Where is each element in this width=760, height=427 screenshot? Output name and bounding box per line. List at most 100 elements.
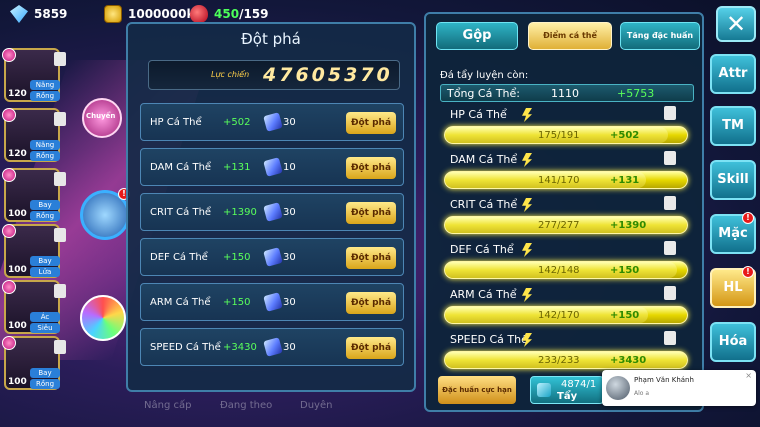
- power-label: Lực chiến: [211, 70, 250, 79]
- gain-text: +1390: [610, 220, 647, 231]
- stat-row-dam: DAM Cá Thể +131 10 Đột phá: [140, 148, 404, 186]
- lock-icon: [54, 112, 66, 126]
- tab-training[interactable]: Đang theo: [220, 400, 272, 411]
- alert-icon: !: [742, 266, 754, 278]
- stone-icon: [263, 202, 283, 222]
- train-row-hp: HP Cá Thể 175/191 +502: [440, 106, 690, 148]
- breakthrough-button[interactable]: Đột phá: [346, 202, 396, 224]
- stat-cost: 30: [283, 297, 296, 308]
- tab-bond[interactable]: Duyên: [300, 400, 332, 411]
- progress-text: 142/170: [538, 310, 580, 321]
- gain-text: +150: [610, 310, 640, 321]
- train-name: HP Cá Thể: [450, 108, 507, 121]
- slot-tag: Rồng: [30, 151, 60, 161]
- gain-text: +131: [610, 175, 640, 186]
- stat-bonus: +131: [223, 162, 251, 173]
- slot-tag: Năng: [30, 80, 60, 90]
- slot-tag: Rồng: [30, 379, 60, 389]
- avatar: [606, 376, 630, 400]
- wash-button[interactable]: 4874/1 Tẩy: [530, 376, 604, 404]
- element-icon: [2, 168, 16, 182]
- slot-tag: Rồng: [30, 211, 60, 221]
- total-value: 1110: [551, 87, 579, 100]
- wash-label: Tẩy: [557, 391, 578, 402]
- slot-tag: Năng: [30, 140, 60, 150]
- team-slot-5[interactable]: Ác Siêu 100: [2, 280, 66, 334]
- stone-icon: [263, 112, 283, 132]
- lightning-icon: [522, 198, 532, 212]
- close-button[interactable]: ✕: [716, 6, 756, 42]
- tab-merge[interactable]: Gộp: [436, 22, 518, 50]
- lock-icon[interactable]: [664, 241, 676, 255]
- stat-bonus: +502: [223, 117, 251, 128]
- total-box: Tổng Cá Thể: 1110 +5753: [440, 84, 694, 102]
- tab-special-training[interactable]: Tăng đặc huấn: [620, 22, 700, 50]
- breakthrough-button[interactable]: Đột phá: [346, 157, 396, 179]
- stat-bonus: +3430: [223, 342, 257, 353]
- slot-level: 100: [8, 377, 27, 387]
- slot-tag: Siêu: [30, 323, 60, 333]
- gain-text: +502: [610, 130, 640, 141]
- team-slot-3[interactable]: Bay Rồng 100: [2, 168, 66, 222]
- breakthrough-button[interactable]: Đột phá: [346, 337, 396, 359]
- stat-name: CRIT Cá Thể: [150, 207, 212, 218]
- element-icon: [2, 48, 16, 62]
- train-name: DEF Cá Thể: [450, 243, 514, 256]
- panel-title: Đột phá: [241, 30, 301, 48]
- remaining-stones-label: Đá tẩy luyện còn:: [440, 70, 529, 81]
- lock-icon[interactable]: [664, 286, 676, 300]
- stat-row-def: DEF Cá Thể +150 30 Đột phá: [140, 238, 404, 276]
- progress-text: 277/277: [538, 220, 580, 231]
- progress-text: 175/191: [538, 130, 580, 141]
- stone-icon: [263, 292, 283, 312]
- slot-tag: Bay: [30, 368, 60, 378]
- energy-max: /159: [239, 7, 269, 21]
- slot-level: 120: [8, 149, 27, 159]
- element-icon: [2, 224, 16, 238]
- menu-attr[interactable]: Attr: [710, 54, 756, 94]
- power-value: 47605370: [263, 64, 393, 86]
- stone-icon: [263, 247, 283, 267]
- sender-name: Phạm Văn Khánh: [634, 376, 694, 384]
- team-slot-1[interactable]: Năng Rồng 120: [2, 48, 66, 102]
- lightning-icon: [522, 288, 532, 302]
- slot-level: 100: [8, 209, 27, 219]
- tab-individual-points[interactable]: Điểm cá thể: [528, 22, 612, 50]
- close-icon[interactable]: ×: [745, 371, 752, 380]
- diamond-icon: [10, 5, 28, 23]
- stat-bonus: +150: [223, 252, 251, 263]
- stat-cost: 30: [283, 252, 296, 263]
- menu-skill[interactable]: Skill: [710, 160, 756, 200]
- event-icon[interactable]: Chuyển: [82, 98, 122, 138]
- menu-evolve[interactable]: Hóa: [710, 322, 756, 362]
- train-name: SPEED Cá Thể: [450, 333, 528, 346]
- combat-power-box: Lực chiến 47605370: [148, 60, 400, 90]
- lock-icon[interactable]: [664, 331, 676, 345]
- chat-notification[interactable]: Phạm Văn Khánh Alo a ×: [602, 370, 756, 406]
- element-icon: [2, 336, 16, 350]
- badge-wheel-icon[interactable]: [80, 295, 126, 341]
- lock-icon: [54, 172, 66, 186]
- alert-icon: !: [742, 212, 754, 224]
- lock-icon[interactable]: [664, 106, 676, 120]
- train-row-arm: ARM Cá Thể 142/170 +150: [440, 286, 690, 328]
- gold-coin-icon: [104, 5, 122, 23]
- team-slot-2[interactable]: Năng Rồng 120: [2, 108, 66, 162]
- team-slot-6[interactable]: Bay Rồng 100: [2, 336, 66, 390]
- total-label: Tổng Cá Thể:: [447, 87, 520, 100]
- breakthrough-button[interactable]: Đột phá: [346, 247, 396, 269]
- diamond-counter: 5859: [10, 5, 67, 23]
- team-slot-4[interactable]: Bay Lửa 100: [2, 224, 66, 278]
- breakthrough-button[interactable]: Đột phá: [346, 112, 396, 134]
- lock-icon[interactable]: [664, 196, 676, 210]
- event-label: Chuyển: [86, 112, 116, 120]
- tab-upgrade[interactable]: Nâng cấp: [144, 400, 191, 411]
- breakthrough-button[interactable]: Đột phá: [346, 292, 396, 314]
- diamond-value: 5859: [34, 7, 68, 21]
- extreme-training-button[interactable]: Đặc huấn cực hạn: [438, 376, 516, 404]
- progress-text: 141/170: [538, 175, 580, 186]
- menu-tm[interactable]: TM: [710, 106, 756, 146]
- lightning-icon: [522, 153, 532, 167]
- stat-name: DAM Cá Thể: [150, 162, 212, 173]
- lock-icon[interactable]: [664, 151, 676, 165]
